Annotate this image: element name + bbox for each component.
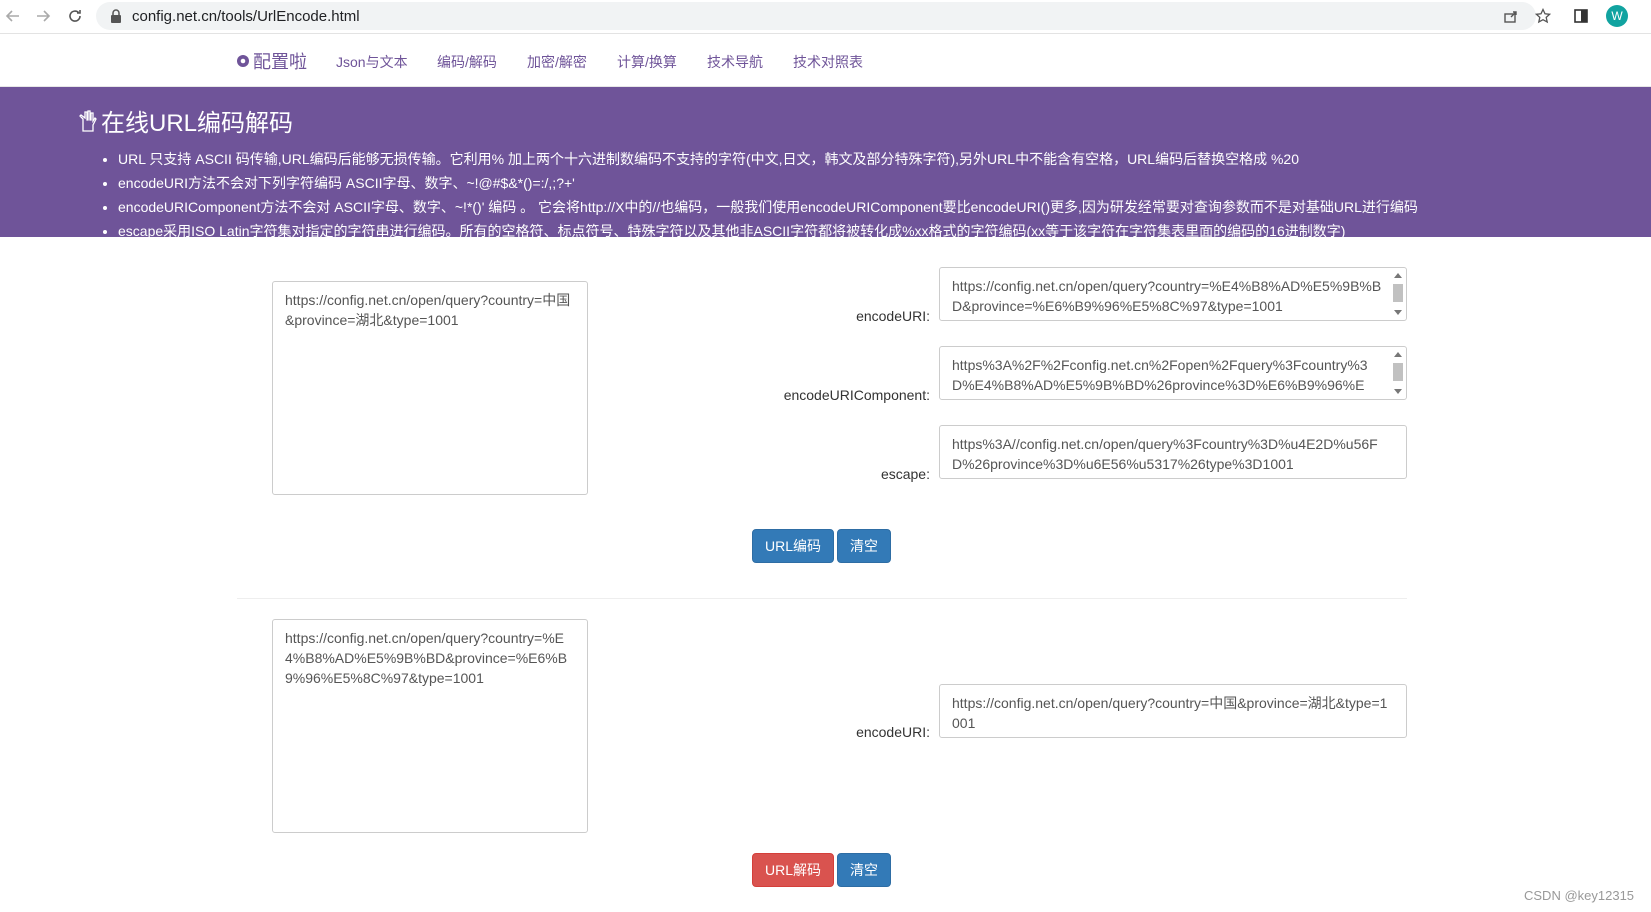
info-banner: 在线URL编码解码 URL 只支持 ASCII 码传输,URL编码后能够无损传输… [0, 87, 1651, 237]
section-divider [237, 598, 1407, 599]
decode-output[interactable]: https://config.net.cn/open/query?country… [939, 684, 1407, 738]
star-icon[interactable] [1532, 5, 1554, 27]
watermark: CSDN @key12315 [1524, 888, 1635, 903]
site-navbar: 配置啦 Json与文本 编码/解码 加密/解密 计算/换算 技术导航 技术对照表 [0, 34, 1651, 87]
info-item: escape采用ISO Latin字符集对指定的字符串进行编码。所有的空格符、标… [118, 219, 1651, 237]
info-item: URL 只支持 ASCII 码传输,URL编码后能够无损传输。它利用% 加上两个… [118, 147, 1651, 171]
brand-label: 配置啦 [253, 52, 307, 72]
decode-input-textarea[interactable]: https://config.net.cn/open/query?country… [272, 619, 588, 833]
hand-icon [79, 109, 97, 132]
nav-tech-guide[interactable]: 技术导航 [707, 52, 763, 72]
encodeuri-label: encodeURI: [856, 308, 930, 324]
nav-encrypt-decrypt[interactable]: 加密/解密 [527, 52, 587, 72]
nav-tech-table[interactable]: 技术对照表 [793, 52, 863, 72]
url-decode-button[interactable]: URL解码 [752, 853, 834, 887]
encodeuri-output-text: https://config.net.cn/open/query?country… [952, 278, 1382, 314]
site-brand[interactable]: 配置啦 [235, 48, 307, 74]
browser-toolbar: config.net.cn/tools/UrlEncode.html W [0, 0, 1651, 34]
info-item: encodeURIComponent方法不会对 ASCII字母、数字、~!*()… [118, 195, 1651, 219]
page-title-text: 在线URL编码解码 [101, 110, 294, 137]
encodeuricomponent-label: encodeURIComponent: [783, 387, 930, 403]
nav-calculate[interactable]: 计算/换算 [617, 52, 677, 72]
profile-avatar[interactable]: W [1606, 5, 1628, 27]
url-text: config.net.cn/tools/UrlEncode.html [132, 8, 360, 25]
back-arrow-icon[interactable] [2, 5, 24, 27]
nav-encode-decode[interactable]: 编码/解码 [437, 52, 497, 72]
escape-label: escape: [880, 466, 930, 482]
scrollbar[interactable] [1392, 270, 1404, 318]
info-list: URL 只支持 ASCII 码传输,URL编码后能够无损传输。它利用% 加上两个… [96, 147, 1651, 237]
gear-icon [237, 55, 249, 67]
page-title: 在线URL编码解码 [77, 103, 293, 138]
clear-encode-button[interactable]: 清空 [837, 529, 891, 563]
forward-arrow-icon[interactable] [32, 5, 54, 27]
encodeuri-output[interactable]: https://config.net.cn/open/query?country… [939, 267, 1407, 321]
escape-output[interactable]: https%3A//config.net.cn/open/query%3Fcou… [939, 425, 1407, 479]
reload-icon[interactable] [64, 5, 86, 27]
sidebar-icon[interactable] [1570, 5, 1592, 27]
nav-json-text[interactable]: Json与文本 [336, 52, 408, 72]
decode-encodeuri-label: encodeURI: [856, 724, 930, 740]
encode-input-textarea[interactable]: https://config.net.cn/open/query?country… [272, 281, 588, 495]
lock-icon [111, 9, 121, 23]
encodeuricomponent-output-text: https%3A%2F%2Fconfig.net.cn%2Fopen%2Fque… [952, 357, 1368, 399]
address-bar[interactable]: config.net.cn/tools/UrlEncode.html [96, 2, 1536, 30]
clear-decode-button[interactable]: 清空 [837, 853, 891, 887]
scrollbar[interactable] [1392, 349, 1404, 397]
share-icon[interactable] [1500, 5, 1522, 27]
info-item: encodeURI方法不会对下列字符编码 ASCII字母、数字、~!@#$&*(… [118, 171, 1651, 195]
encodeuricomponent-output[interactable]: https%3A%2F%2Fconfig.net.cn%2Fopen%2Fque… [939, 346, 1407, 400]
url-encode-button[interactable]: URL编码 [752, 529, 834, 563]
